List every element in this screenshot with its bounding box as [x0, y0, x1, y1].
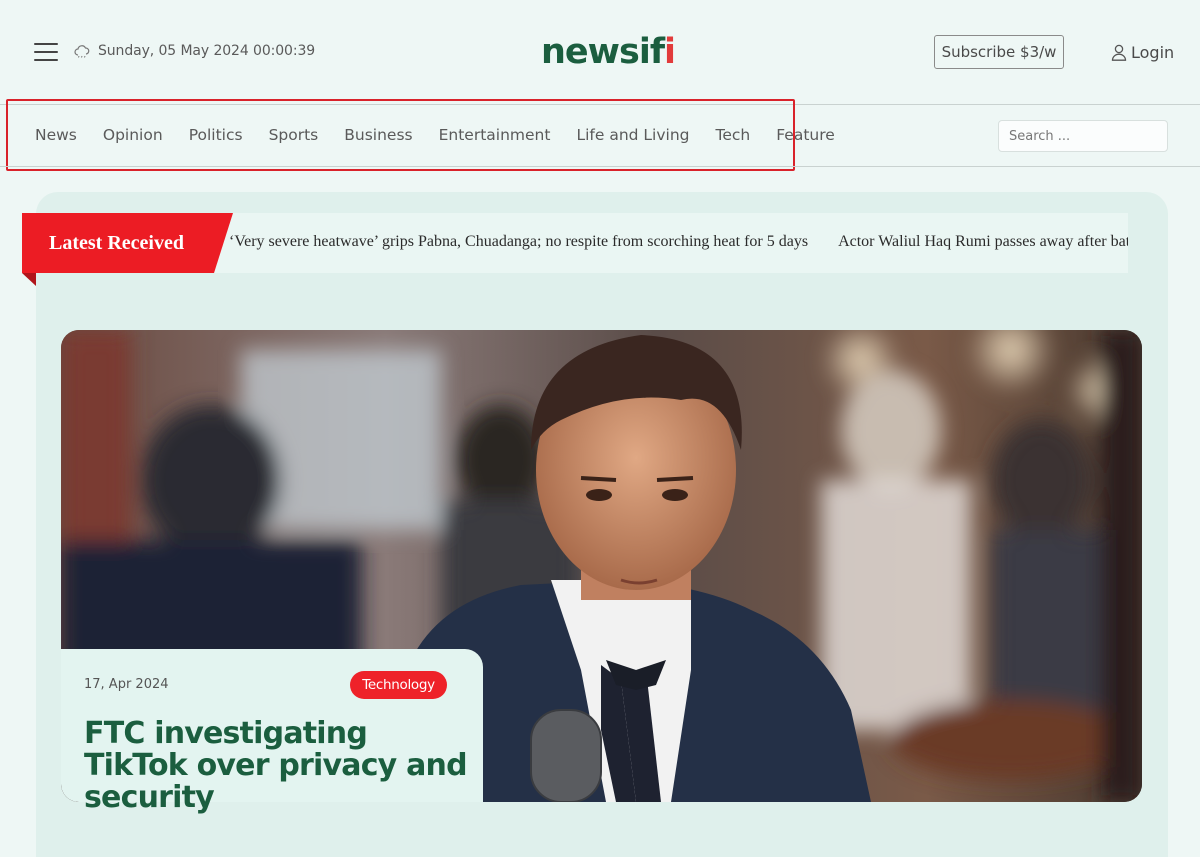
header-divider [0, 104, 1200, 105]
ticker-label-fold [22, 273, 36, 286]
nav-item-life-and-living[interactable]: Life and Living [576, 126, 689, 148]
search-input[interactable] [998, 120, 1168, 152]
nav-item-business[interactable]: Business [344, 126, 412, 148]
top-header: Sunday, 05 May 2024 00:00:39 newsifi Sub… [0, 0, 1200, 104]
nav-divider [0, 166, 1200, 167]
hamburger-menu-icon[interactable] [34, 43, 58, 61]
ticker-headline[interactable]: ‘Very severe heatwave’ grips Pabna, Chua… [229, 233, 808, 251]
current-datetime: Sunday, 05 May 2024 00:00:39 [98, 43, 316, 59]
nav-item-opinion[interactable]: Opinion [103, 126, 163, 148]
nav-item-sports[interactable]: Sports [269, 126, 319, 148]
cloud-icon [74, 45, 90, 58]
category-badge[interactable]: Technology [350, 671, 447, 699]
logo-text: newsif [541, 32, 665, 72]
login-link[interactable]: Login [1111, 42, 1174, 62]
article-date: 17, Apr 2024 [84, 677, 169, 692]
nav-item-entertainment[interactable]: Entertainment [439, 126, 551, 148]
main-navigation: News Opinion Politics Sports Business En… [35, 126, 835, 148]
ticker-headlines: ‘Very severe heatwave’ grips Pabna, Chua… [229, 233, 1128, 255]
site-logo[interactable]: newsifi [541, 30, 676, 74]
nav-item-feature[interactable]: Feature [776, 126, 835, 148]
nav-item-news[interactable]: News [35, 126, 77, 148]
nav-item-politics[interactable]: Politics [189, 126, 243, 148]
subscribe-button[interactable]: Subscribe $3/w [934, 35, 1064, 69]
article-title[interactable]: FTC investigating TikTok over privacy an… [84, 718, 474, 814]
nav-item-tech[interactable]: Tech [716, 126, 751, 148]
ticker-label: Latest Received [22, 213, 233, 273]
logo-accent-letter: i [664, 32, 676, 72]
user-icon [1111, 44, 1127, 61]
ticker-headline[interactable]: Actor Waliul Haq Rumi passes away after … [838, 233, 1128, 251]
login-label: Login [1131, 42, 1175, 62]
